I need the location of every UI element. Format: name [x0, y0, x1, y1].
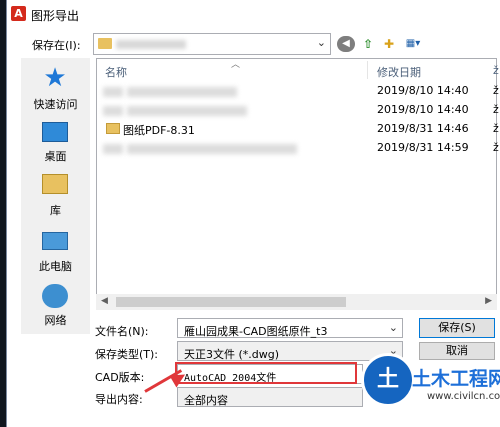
column-header-type[interactable]: ž [493, 64, 499, 77]
file-type: ž [493, 141, 499, 154]
save-in-combo[interactable]: ⌄ [93, 33, 331, 55]
place-this-pc[interactable]: 此电脑 [21, 228, 90, 274]
redacted-icon [103, 106, 123, 116]
folder-icon [106, 123, 120, 134]
column-header-name[interactable]: 名称 [105, 64, 127, 80]
star-icon: ★ [43, 63, 67, 93]
file-name-label: 文件名(N): [95, 325, 149, 338]
file-type: ž [493, 103, 499, 116]
file-name-value: 雁山园成果-CAD图纸原件_t3 [184, 325, 328, 338]
export-dialog: A 图形导出 保存在(I): ⌄ ◀ ⇧ ✚ ▦▾ ★ 快速访问 桌面 库 此电… [6, 0, 500, 427]
watermark-logo-icon: 土 [361, 353, 415, 407]
file-date: 2019/8/31 14:46 [377, 122, 469, 135]
chevron-down-icon[interactable]: ⌄ [389, 321, 398, 334]
redacted-folder-name [116, 40, 186, 49]
up-folder-icon[interactable]: ⇧ [359, 36, 377, 52]
scroll-right-icon[interactable]: ▶ [485, 296, 492, 306]
place-desktop[interactable]: 桌面 [21, 120, 90, 166]
redacted-file-name [127, 144, 297, 154]
save-in-label: 保存在(I): [32, 39, 81, 52]
file-type: ž [493, 122, 499, 135]
file-date: 2019/8/31 14:59 [377, 141, 469, 154]
file-date: 2019/8/10 14:40 [377, 84, 469, 97]
scroll-left-icon[interactable]: ◀ [101, 296, 108, 306]
column-divider[interactable] [367, 61, 368, 79]
annotation-highlight-box [175, 362, 357, 384]
new-folder-icon[interactable]: ✚ [380, 36, 398, 52]
file-type-select[interactable]: 天正3文件 (*.dwg) ⌄ [177, 341, 403, 361]
places-bar: ★ 快速访问 桌面 库 此电脑 网络 [21, 58, 90, 334]
sort-ascending-icon: ︿ [231, 60, 241, 70]
export-content-value: 全部内容 [184, 394, 228, 407]
file-type: ž [493, 84, 499, 97]
column-header-date[interactable]: 修改日期 [377, 64, 421, 80]
cad-version-label: CAD版本: [95, 371, 145, 384]
title-bar: A 图形导出 [7, 0, 500, 28]
redacted-icon [103, 87, 123, 97]
place-label: 库 [50, 204, 61, 217]
place-label: 快速访问 [33, 98, 78, 111]
file-name: 图纸PDF-8.31 [123, 124, 195, 137]
file-row[interactable]: 2019/8/10 14:40 ž [97, 100, 499, 120]
views-menu-icon[interactable]: ▦▾ [401, 36, 425, 52]
file-date: 2019/8/10 14:40 [377, 103, 469, 116]
horizontal-scrollbar[interactable]: ◀ ▶ [96, 294, 497, 310]
back-icon[interactable]: ◀ [337, 36, 355, 52]
export-content-select[interactable]: 全部内容 [177, 387, 363, 407]
chevron-down-icon: ⌄ [316, 36, 326, 49]
place-quick-access[interactable]: ★ 快速访问 [21, 64, 90, 114]
autocad-icon: A [11, 6, 26, 21]
desktop-icon [42, 122, 68, 142]
file-list[interactable]: ︿ 名称 修改日期 ž 2019/8/10 14:40 ž 2019/8/10 … [96, 58, 499, 310]
file-row[interactable]: 2019/8/31 14:59 ž [97, 138, 499, 158]
scrollbar-thumb[interactable] [116, 297, 346, 307]
file-type-label: 保存类型(T): [95, 348, 159, 361]
redacted-file-name [127, 87, 237, 97]
network-icon [42, 284, 68, 308]
redacted-icon [103, 144, 123, 154]
cancel-button[interactable]: 取消 [419, 342, 495, 360]
library-icon [42, 174, 68, 194]
place-label: 此电脑 [39, 260, 72, 273]
file-row[interactable]: 2019/8/10 14:40 ž [97, 81, 499, 101]
redacted-file-name [127, 106, 247, 116]
watermark-title: 土木工程网 [412, 368, 500, 390]
watermark-url: www.civilcn.com [427, 391, 500, 402]
place-label: 网络 [44, 314, 67, 327]
place-label: 桌面 [44, 150, 67, 163]
export-content-label: 导出内容: [95, 393, 143, 406]
file-row[interactable]: 图纸PDF-8.31 2019/8/31 14:46 ž [97, 119, 499, 139]
place-library[interactable]: 库 [21, 172, 90, 218]
file-name-input[interactable]: 雁山园成果-CAD图纸原件_t3 ⌄ [177, 318, 403, 338]
computer-icon [42, 232, 68, 250]
file-type-value: 天正3文件 (*.dwg) [184, 348, 280, 361]
place-network[interactable]: 网络 [21, 280, 90, 327]
folder-icon [98, 38, 112, 49]
save-button[interactable]: 保存(S) [419, 318, 495, 338]
dialog-title: 图形导出 [31, 9, 80, 23]
